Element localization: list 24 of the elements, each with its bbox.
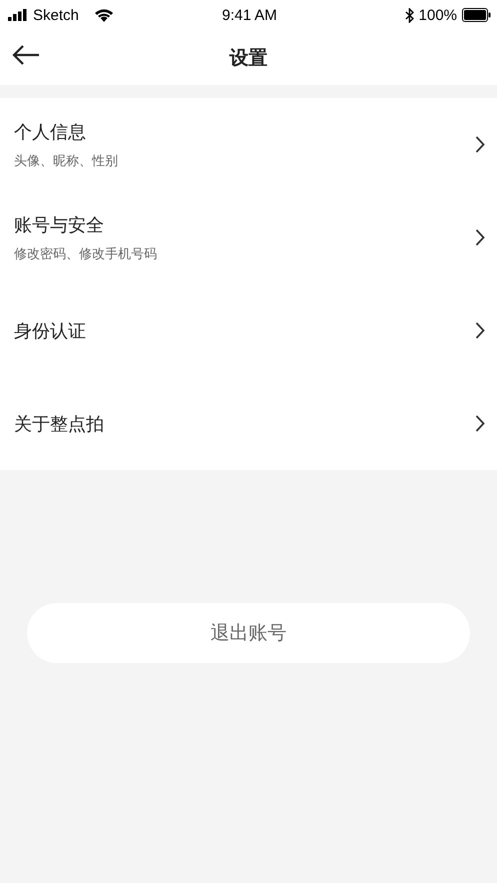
item-title: 关于整点拍 — [14, 412, 104, 436]
wifi-icon — [94, 8, 114, 22]
item-title: 账号与安全 — [14, 214, 105, 236]
chevron-right-icon — [475, 229, 485, 246]
settings-item[interactable]: 身份认证 — [0, 284, 497, 377]
chevron-right-icon — [475, 136, 485, 153]
settings-item[interactable]: 关于整点拍 — [0, 377, 497, 470]
signal-icon — [8, 9, 28, 21]
item-title: 个人信息 — [14, 120, 87, 144]
item-subtitle: 头像、昵称、性别 — [14, 152, 118, 170]
item-title: 身份认证 — [14, 320, 86, 342]
battery-percent: 100% — [418, 6, 458, 24]
settings-item[interactable]: 账号与安全 修改密码、修改手机号码 — [0, 191, 497, 284]
settings-item[interactable]: 个人信息 头像、昵称、性别 — [0, 98, 497, 191]
page-title: 设置 — [230, 46, 268, 70]
bluetooth-icon — [404, 8, 414, 22]
back-arrow-icon — [12, 44, 40, 66]
status-time: 9:41 AM — [222, 6, 278, 24]
battery-icon — [462, 8, 492, 22]
chevron-right-icon — [475, 415, 485, 432]
item-subtitle: 修改密码、修改手机号码 — [14, 246, 157, 262]
logout-button[interactable]: 退出账号 — [27, 603, 470, 663]
chevron-right-icon — [475, 322, 485, 339]
carrier-name: Sketch — [33, 6, 79, 24]
